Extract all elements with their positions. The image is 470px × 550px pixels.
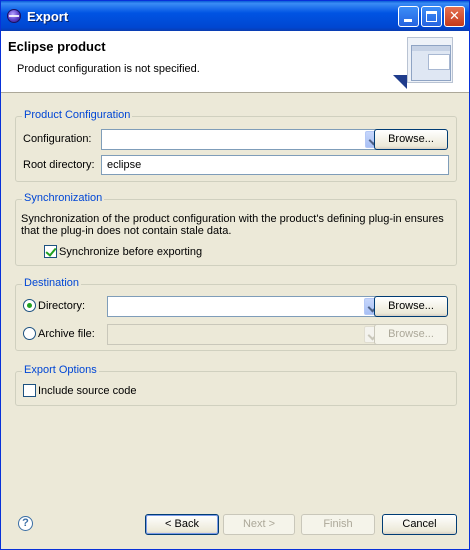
- directory-label[interactable]: Directory:: [38, 300, 85, 312]
- include-source-label[interactable]: Include source code: [38, 385, 136, 397]
- maximize-button[interactable]: [421, 6, 442, 27]
- maximize-icon: [426, 11, 437, 22]
- back-button[interactable]: < Back: [145, 514, 219, 535]
- root-directory-field[interactable]: [101, 155, 449, 175]
- wizard-graphic-window: [411, 45, 451, 81]
- group-label: Product Configuration: [22, 109, 133, 121]
- export-wizard-graphic: [393, 35, 459, 93]
- sync-description-line-1: Synchronization of the product configura…: [21, 213, 444, 225]
- synchronize-checkbox-label[interactable]: Synchronize before exporting: [59, 246, 202, 258]
- synchronization-group: Synchronization Synchronization of the p…: [15, 192, 457, 266]
- configuration-browse-button[interactable]: Browse...: [374, 129, 448, 150]
- root-directory-label: Root directory:: [23, 159, 95, 171]
- group-label: Export Options: [22, 364, 99, 376]
- directory-combo[interactable]: [107, 296, 383, 317]
- archive-file-label[interactable]: Archive file:: [38, 328, 95, 340]
- minimize-button[interactable]: [398, 6, 419, 27]
- destination-group: Destination Directory: Browse... Archive…: [15, 277, 457, 351]
- finish-button: Finish: [301, 514, 375, 535]
- synchronize-checkbox[interactable]: [44, 245, 57, 258]
- configuration-label: Configuration:: [23, 133, 92, 145]
- export-arrow-icon: [393, 75, 407, 89]
- cancel-button[interactable]: Cancel: [382, 514, 457, 535]
- sync-description-line-2: that the plug-in does not contain stale …: [21, 225, 232, 237]
- minimize-icon: [404, 19, 412, 22]
- page-title: Eclipse product: [8, 39, 106, 54]
- close-icon: ✕: [449, 8, 460, 23]
- close-button[interactable]: ✕: [444, 6, 465, 27]
- header-message: Product configuration is not specified.: [17, 63, 200, 75]
- archive-file-radio[interactable]: [23, 327, 36, 340]
- directory-browse-button[interactable]: Browse...: [374, 296, 448, 317]
- include-source-checkbox[interactable]: [23, 384, 36, 397]
- window-title: Export: [27, 9, 69, 24]
- archive-browse-button: Browse...: [374, 324, 448, 345]
- export-dialog: Export ✕ Eclipse product Product configu…: [0, 0, 470, 550]
- title-bar[interactable]: Export ✕: [1, 1, 469, 31]
- group-label: Synchronization: [22, 192, 105, 204]
- next-button: Next >: [223, 514, 295, 535]
- group-label: Destination: [22, 277, 82, 289]
- archive-file-combo: [107, 324, 383, 345]
- help-icon[interactable]: ?: [18, 516, 33, 531]
- wizard-header: Eclipse product Product configuration is…: [1, 31, 469, 93]
- configuration-combo[interactable]: [101, 129, 384, 150]
- eclipse-icon: [7, 9, 21, 23]
- product-configuration-group: Product Configuration Configuration: Bro…: [15, 109, 457, 182]
- directory-radio[interactable]: [23, 299, 36, 312]
- export-options-group: Export Options Include source code: [15, 364, 457, 406]
